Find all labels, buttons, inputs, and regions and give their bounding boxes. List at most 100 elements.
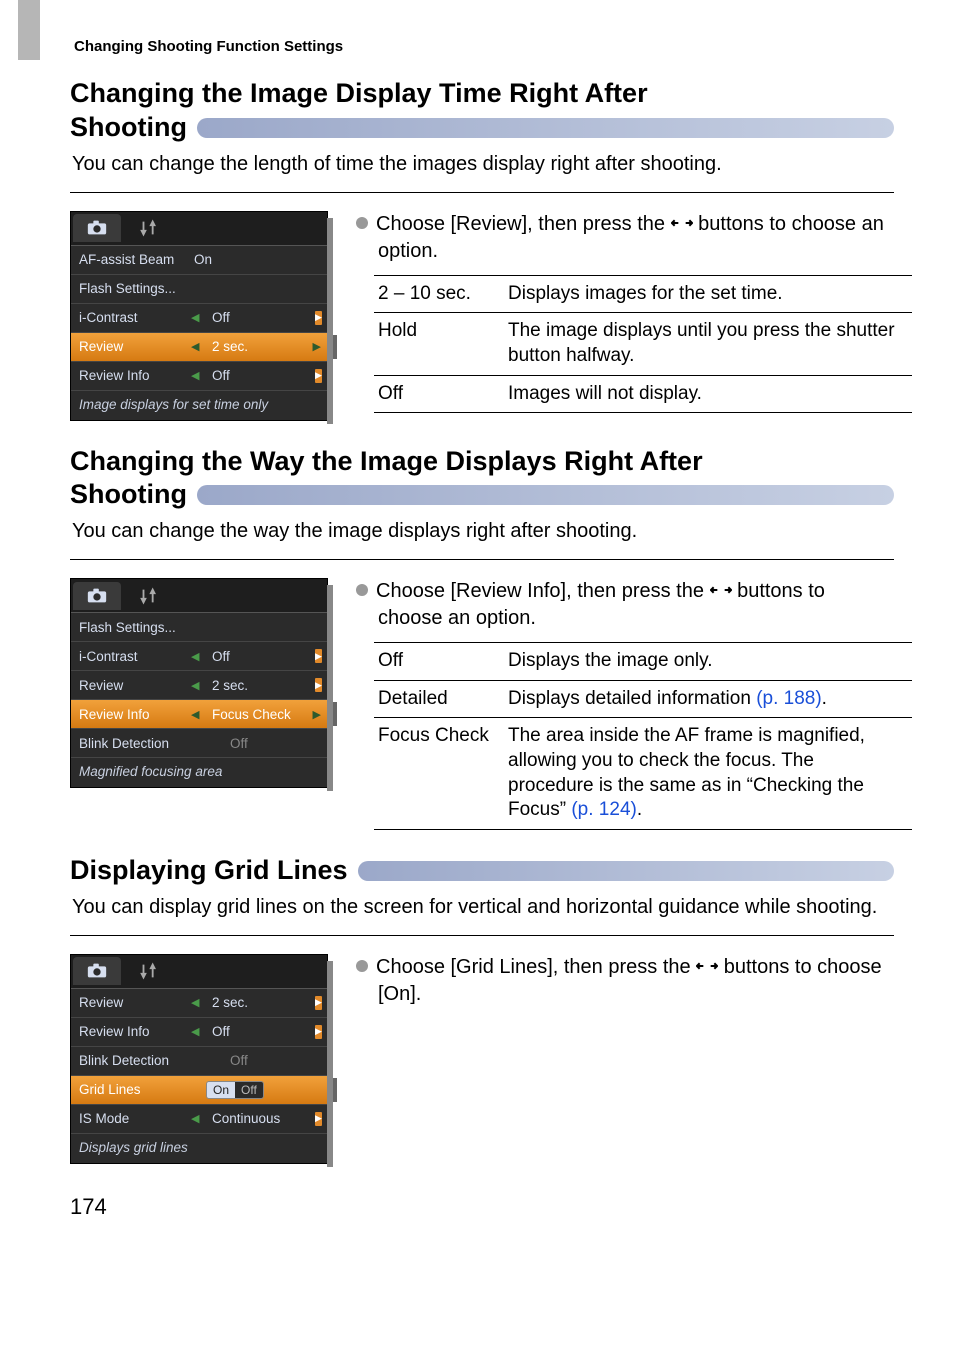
menu-is-mode: IS Mode ◀ Continuous ▶ xyxy=(71,1105,327,1134)
menu-value: Off xyxy=(194,1053,319,1068)
menu-i-contrast: i-Contrast ◀ Off ▶ xyxy=(71,304,327,333)
bullet-icon xyxy=(356,217,368,229)
breadcrumb: Changing Shooting Function Settings xyxy=(74,38,894,55)
lcd-chip xyxy=(333,1078,337,1102)
option-key: Off xyxy=(374,375,504,413)
arrow-left-icon: ◀ xyxy=(191,679,199,692)
lcd-shadow xyxy=(327,218,333,424)
tools-tab-icon xyxy=(125,214,173,242)
menu-value: 2 sec. xyxy=(194,339,319,354)
menu-label: Review xyxy=(79,678,194,693)
arrow-left-icon: ◀ xyxy=(191,311,199,324)
menu-value: Off xyxy=(194,368,319,383)
lcd-tabbar xyxy=(71,579,327,613)
option-value: The image displays until you press the s… xyxy=(504,313,912,375)
menu-value: Continuous xyxy=(194,1111,319,1126)
option-key: Hold xyxy=(374,313,504,375)
left-right-arrows-icon xyxy=(710,581,732,599)
lcd-shadow xyxy=(327,961,333,1167)
section1-lead: You can change the length of time the im… xyxy=(72,151,892,178)
menu-review: Review ◀ 2 sec. ▶ xyxy=(71,989,327,1018)
menu-value: On Off xyxy=(194,1081,319,1099)
option-value: Displays the image only. xyxy=(504,643,912,681)
arrow-right-icon: ▶ xyxy=(313,340,321,353)
segment-on: On xyxy=(207,1082,235,1098)
menu-i-contrast: i-Contrast ◀ Off ▶ xyxy=(71,642,327,671)
lcd-screenshot-2: Flash Settings... i-Contrast ◀ Off ▶ Rev… xyxy=(70,578,328,788)
menu-flash-settings: Flash Settings... xyxy=(71,275,327,304)
menu-review-info: Review Info ◀ Off ▶ xyxy=(71,362,327,391)
divider xyxy=(70,559,894,560)
lcd-tabbar xyxy=(71,212,327,246)
instruction-text: Choose [Grid Lines], then press the xyxy=(376,956,696,978)
menu-label: Flash Settings... xyxy=(79,620,194,635)
divider xyxy=(70,935,894,936)
lcd-shadow xyxy=(327,585,333,791)
menu-label: Flash Settings... xyxy=(79,281,194,296)
menu-label: IS Mode xyxy=(79,1111,194,1126)
divider xyxy=(70,192,894,193)
arrow-left-icon: ◀ xyxy=(191,369,199,382)
menu-review-info: Review Info ◀ Off ▶ xyxy=(71,1018,327,1047)
option-value: Displays images for the set time. xyxy=(504,275,912,313)
section2-options-table: Off Displays the image only. Detailed Di… xyxy=(374,642,912,830)
menu-label: Review xyxy=(79,339,194,354)
section2-lead: You can change the way the image display… xyxy=(72,518,892,545)
section1-title: Changing the Image Display Time Right Af… xyxy=(70,77,894,145)
option-value: Displays detailed information (p. 188). xyxy=(504,680,912,718)
camera-tab-icon xyxy=(73,582,121,610)
arrow-right-icon: ▶ xyxy=(315,996,322,1010)
menu-label: Review Info xyxy=(79,368,194,383)
menu-label: Blink Detection xyxy=(79,1053,194,1068)
section3-lead: You can display grid lines on the screen… xyxy=(72,894,892,921)
heading-bar xyxy=(197,485,894,505)
menu-value: 2 sec. xyxy=(194,995,319,1010)
option-value: The area inside the AF frame is magnifie… xyxy=(504,718,912,830)
arrow-right-icon: ▶ xyxy=(315,649,322,663)
left-right-arrows-icon xyxy=(696,957,718,975)
lcd-tabbar xyxy=(71,955,327,989)
table-row: Off Displays the image only. xyxy=(374,643,912,681)
arrow-right-icon: ▶ xyxy=(315,1025,322,1039)
tools-tab-icon xyxy=(125,582,173,610)
menu-blink-detection: Blink Detection Off xyxy=(71,729,327,758)
arrow-left-icon: ◀ xyxy=(191,1025,199,1038)
table-row: Focus Check The area inside the AF frame… xyxy=(374,718,912,830)
arrow-right-icon: ▶ xyxy=(315,678,322,692)
section1-options-table: 2 – 10 sec. Displays images for the set … xyxy=(374,275,912,414)
menu-label: i-Contrast xyxy=(79,649,194,664)
menu-label: Review Info xyxy=(79,1024,194,1039)
segment-off: Off xyxy=(235,1082,263,1098)
option-key: Focus Check xyxy=(374,718,504,830)
table-row: Off Images will not display. xyxy=(374,375,912,413)
option-value: Images will not display. xyxy=(504,375,912,413)
section3-title: Displaying Grid Lines xyxy=(70,854,894,888)
lcd-chip xyxy=(333,335,337,359)
table-row: 2 – 10 sec. Displays images for the set … xyxy=(374,275,912,313)
left-right-arrows-icon xyxy=(671,214,693,232)
arrow-left-icon: ◀ xyxy=(191,1112,199,1125)
section2-title-line2: Shooting xyxy=(70,478,187,512)
arrow-left-icon: ◀ xyxy=(191,708,199,721)
menu-label: Review xyxy=(79,995,194,1010)
option-key: Off xyxy=(374,643,504,681)
menu-value: Off xyxy=(194,1024,319,1039)
menu-value: On xyxy=(194,252,319,267)
menu-value: Off xyxy=(194,310,319,325)
menu-af-assist-beam: AF-assist Beam On xyxy=(71,246,327,275)
option-key: 2 – 10 sec. xyxy=(374,275,504,313)
arrow-right-icon: ▶ xyxy=(315,311,322,325)
menu-review-info: Review Info ◀ Focus Check ▶ xyxy=(71,700,327,729)
page-link[interactable]: (p. 188) xyxy=(756,688,821,709)
menu-value: 2 sec. xyxy=(194,678,319,693)
lcd-screenshot-1: AF-assist Beam On Flash Settings... i-Co… xyxy=(70,211,328,421)
lcd-footer: Image displays for set time only xyxy=(71,391,327,420)
option-text: The area inside the AF frame is magnifie… xyxy=(508,725,865,820)
menu-label: Review Info xyxy=(79,707,194,722)
heading-bar xyxy=(197,118,894,138)
heading-bar xyxy=(358,861,894,881)
lcd-screenshot-3: Review ◀ 2 sec. ▶ Review Info ◀ Off ▶ Bl… xyxy=(70,954,328,1164)
page-link[interactable]: (p. 124) xyxy=(571,799,636,820)
arrow-right-icon: ▶ xyxy=(315,1112,322,1126)
section2-title: Changing the Way the Image Displays Righ… xyxy=(70,445,894,513)
